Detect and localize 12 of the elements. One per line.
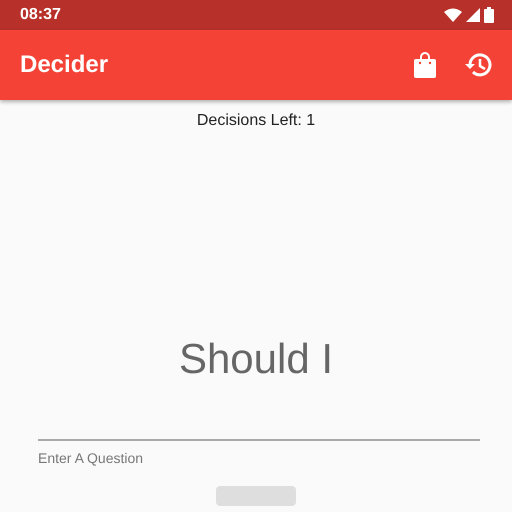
- app-title: Decider: [20, 51, 110, 79]
- battery-icon: [484, 7, 494, 23]
- shopping-bag-icon: [414, 52, 436, 78]
- status-time: 08:37: [20, 6, 61, 24]
- history-icon: [464, 52, 492, 78]
- prompt-text: Should I: [178, 335, 334, 383]
- shopping-bag-button[interactable]: [414, 52, 436, 78]
- signal-icon: [466, 8, 480, 22]
- history-button[interactable]: [464, 52, 492, 78]
- helper-text: Enter A Question: [38, 450, 144, 466]
- wifi-icon: [444, 8, 462, 22]
- decisions-left-label: Decisions Left: 1: [196, 112, 316, 130]
